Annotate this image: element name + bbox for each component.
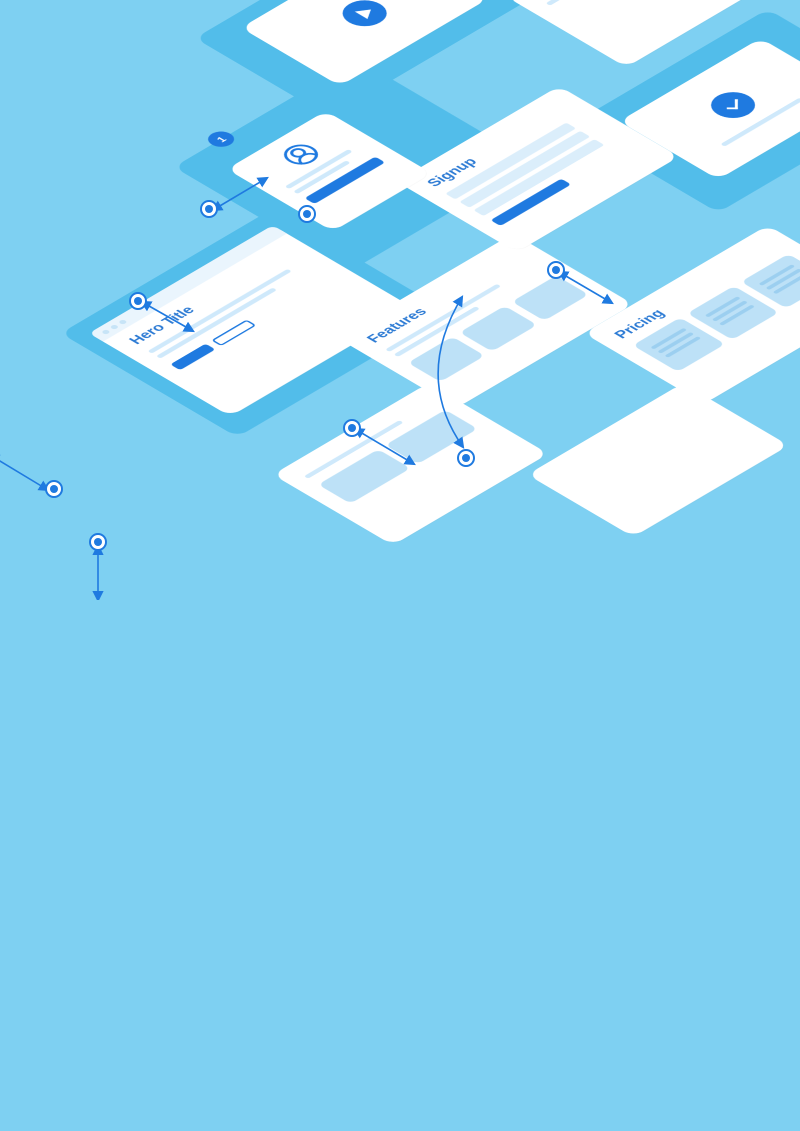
partial-title	[554, 399, 681, 474]
feature-thumb	[511, 275, 588, 320]
screen-hero[interactable]: Hero Title	[89, 225, 414, 416]
price-column[interactable]	[741, 254, 800, 308]
check-icon	[702, 87, 764, 124]
avatar-icon	[277, 140, 325, 168]
price-column[interactable]	[633, 318, 725, 372]
thumb	[385, 410, 478, 464]
screen-pricing[interactable]: Pricing	[584, 225, 800, 404]
thumb	[318, 449, 411, 503]
screen-partial[interactable]	[527, 383, 789, 537]
flow-canvas[interactable]: Hero Title Features Pricing	[0, 0, 800, 1131]
screen-features[interactable]: Features	[336, 233, 633, 408]
browser-chrome	[89, 225, 287, 341]
play-icon[interactable]	[334, 0, 396, 32]
screen-partial[interactable]	[273, 383, 549, 545]
input-field[interactable]	[459, 131, 590, 208]
text-line	[546, 0, 635, 6]
